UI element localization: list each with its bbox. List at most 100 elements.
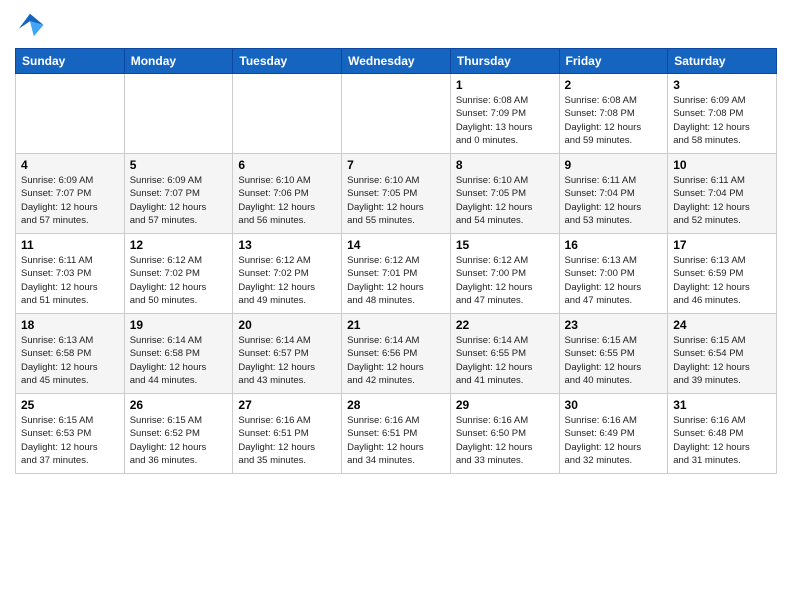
day-number: 15 — [456, 238, 554, 252]
calendar-cell: 16 Sunrise: 6:13 AM Sunset: 7:00 PM Dayli… — [559, 234, 668, 314]
day-info: Sunrise: 6:15 AM Sunset: 6:53 PM Dayligh… — [21, 414, 119, 467]
day-number: 18 — [21, 318, 119, 332]
day-info: Sunrise: 6:09 AM Sunset: 7:07 PM Dayligh… — [130, 174, 228, 227]
day-number: 20 — [238, 318, 336, 332]
day-number: 27 — [238, 398, 336, 412]
calendar-cell: 8 Sunrise: 6:10 AM Sunset: 7:05 PM Daylig… — [450, 154, 559, 234]
header-day: Thursday — [450, 49, 559, 74]
calendar-cell: 30Sunrise: 6:16 AM Sunset: 6:49 PM Dayli… — [559, 394, 668, 474]
day-number: 9 — [565, 158, 663, 172]
calendar-cell: 21 Sunrise: 6:14 AM Sunset: 6:56 PM Dayli… — [342, 314, 451, 394]
day-info: Sunrise: 6:08 AM Sunset: 7:09 PM Dayligh… — [456, 94, 554, 147]
calendar-body: 1 Sunrise: 6:08 AM Sunset: 7:09 PM Daylig… — [16, 74, 777, 474]
calendar-cell: 13 Sunrise: 6:12 AM Sunset: 7:02 PM Dayli… — [233, 234, 342, 314]
calendar-cell: 22 Sunrise: 6:14 AM Sunset: 6:55 PM Dayli… — [450, 314, 559, 394]
header-day: Monday — [124, 49, 233, 74]
day-info: Sunrise: 6:09 AM Sunset: 7:08 PM Dayligh… — [673, 94, 771, 147]
day-info: Sunrise: 6:14 AM Sunset: 6:56 PM Dayligh… — [347, 334, 445, 387]
day-info: Sunrise: 6:14 AM Sunset: 6:55 PM Dayligh… — [456, 334, 554, 387]
day-info: Sunrise: 6:15 AM Sunset: 6:54 PM Dayligh… — [673, 334, 771, 387]
day-info: Sunrise: 6:08 AM Sunset: 7:08 PM Dayligh… — [565, 94, 663, 147]
header-row: SundayMondayTuesdayWednesdayThursdayFrid… — [16, 49, 777, 74]
day-info: Sunrise: 6:15 AM Sunset: 6:52 PM Dayligh… — [130, 414, 228, 467]
day-info: Sunrise: 6:16 AM Sunset: 6:50 PM Dayligh… — [456, 414, 554, 467]
day-number: 4 — [21, 158, 119, 172]
page: SundayMondayTuesdayWednesdayThursdayFrid… — [0, 0, 792, 489]
day-number: 16 — [565, 238, 663, 252]
day-info: Sunrise: 6:13 AM Sunset: 6:58 PM Dayligh… — [21, 334, 119, 387]
header-day: Sunday — [16, 49, 125, 74]
day-number: 17 — [673, 238, 771, 252]
day-number: 24 — [673, 318, 771, 332]
day-info: Sunrise: 6:14 AM Sunset: 6:57 PM Dayligh… — [238, 334, 336, 387]
day-number: 6 — [238, 158, 336, 172]
day-number: 1 — [456, 78, 554, 92]
calendar-cell: 5 Sunrise: 6:09 AM Sunset: 7:07 PM Daylig… — [124, 154, 233, 234]
day-info: Sunrise: 6:09 AM Sunset: 7:07 PM Dayligh… — [21, 174, 119, 227]
calendar-cell: 20 Sunrise: 6:14 AM Sunset: 6:57 PM Dayli… — [233, 314, 342, 394]
calendar-week-row: 25 Sunrise: 6:15 AM Sunset: 6:53 PM Dayli… — [16, 394, 777, 474]
calendar-header: SundayMondayTuesdayWednesdayThursdayFrid… — [16, 49, 777, 74]
day-number: 14 — [347, 238, 445, 252]
day-info: Sunrise: 6:13 AM Sunset: 6:59 PM Dayligh… — [673, 254, 771, 307]
day-info: Sunrise: 6:11 AM Sunset: 7:04 PM Dayligh… — [565, 174, 663, 227]
day-info: Sunrise: 6:11 AM Sunset: 7:03 PM Dayligh… — [21, 254, 119, 307]
calendar-cell: 7Sunrise: 6:10 AM Sunset: 7:05 PM Daylig… — [342, 154, 451, 234]
calendar-cell: 14 Sunrise: 6:12 AM Sunset: 7:01 PM Dayli… — [342, 234, 451, 314]
day-number: 5 — [130, 158, 228, 172]
day-number: 10 — [673, 158, 771, 172]
day-info: Sunrise: 6:10 AM Sunset: 7:06 PM Dayligh… — [238, 174, 336, 227]
day-info: Sunrise: 6:10 AM Sunset: 7:05 PM Dayligh… — [456, 174, 554, 227]
day-number: 19 — [130, 318, 228, 332]
calendar-cell: 9 Sunrise: 6:11 AM Sunset: 7:04 PM Daylig… — [559, 154, 668, 234]
day-info: Sunrise: 6:11 AM Sunset: 7:04 PM Dayligh… — [673, 174, 771, 227]
day-number: 22 — [456, 318, 554, 332]
calendar-week-row: 1 Sunrise: 6:08 AM Sunset: 7:09 PM Daylig… — [16, 74, 777, 154]
calendar-cell: 17 Sunrise: 6:13 AM Sunset: 6:59 PM Dayli… — [668, 234, 777, 314]
calendar-cell: 6 Sunrise: 6:10 AM Sunset: 7:06 PM Daylig… — [233, 154, 342, 234]
day-info: Sunrise: 6:10 AM Sunset: 7:05 PM Dayligh… — [347, 174, 445, 227]
day-number: 2 — [565, 78, 663, 92]
calendar-cell: 24 Sunrise: 6:15 AM Sunset: 6:54 PM Dayli… — [668, 314, 777, 394]
calendar-cell — [342, 74, 451, 154]
day-info: Sunrise: 6:15 AM Sunset: 6:55 PM Dayligh… — [565, 334, 663, 387]
calendar-cell: 29 Sunrise: 6:16 AM Sunset: 6:50 PM Dayli… — [450, 394, 559, 474]
calendar-cell: 4 Sunrise: 6:09 AM Sunset: 7:07 PM Daylig… — [16, 154, 125, 234]
day-info: Sunrise: 6:12 AM Sunset: 7:01 PM Dayligh… — [347, 254, 445, 307]
day-number: 3 — [673, 78, 771, 92]
day-number: 28 — [347, 398, 445, 412]
header-day: Friday — [559, 49, 668, 74]
day-number: 8 — [456, 158, 554, 172]
day-number: 26 — [130, 398, 228, 412]
day-number: 23 — [565, 318, 663, 332]
calendar-cell — [233, 74, 342, 154]
calendar-cell: 28Sunrise: 6:16 AM Sunset: 6:51 PM Dayli… — [342, 394, 451, 474]
day-number: 21 — [347, 318, 445, 332]
calendar-cell — [16, 74, 125, 154]
day-number: 31 — [673, 398, 771, 412]
calendar-cell: 27 Sunrise: 6:16 AM Sunset: 6:51 PM Dayli… — [233, 394, 342, 474]
day-number: 30 — [565, 398, 663, 412]
day-number: 29 — [456, 398, 554, 412]
calendar-cell: 2 Sunrise: 6:08 AM Sunset: 7:08 PM Daylig… — [559, 74, 668, 154]
day-info: Sunrise: 6:13 AM Sunset: 7:00 PM Dayligh… — [565, 254, 663, 307]
day-info: Sunrise: 6:16 AM Sunset: 6:51 PM Dayligh… — [238, 414, 336, 467]
calendar-cell: 19Sunrise: 6:14 AM Sunset: 6:58 PM Dayli… — [124, 314, 233, 394]
header-day: Tuesday — [233, 49, 342, 74]
calendar-cell — [124, 74, 233, 154]
day-number: 11 — [21, 238, 119, 252]
calendar-cell: 25 Sunrise: 6:15 AM Sunset: 6:53 PM Dayli… — [16, 394, 125, 474]
calendar-cell: 12Sunrise: 6:12 AM Sunset: 7:02 PM Dayli… — [124, 234, 233, 314]
calendar-cell: 23 Sunrise: 6:15 AM Sunset: 6:55 PM Dayli… — [559, 314, 668, 394]
day-number: 13 — [238, 238, 336, 252]
calendar-cell: 26 Sunrise: 6:15 AM Sunset: 6:52 PM Dayli… — [124, 394, 233, 474]
logo — [15, 10, 49, 40]
calendar-table: SundayMondayTuesdayWednesdayThursdayFrid… — [15, 48, 777, 474]
calendar-cell: 18 Sunrise: 6:13 AM Sunset: 6:58 PM Dayli… — [16, 314, 125, 394]
logo-bird-icon — [15, 10, 45, 40]
calendar-week-row: 4 Sunrise: 6:09 AM Sunset: 7:07 PM Daylig… — [16, 154, 777, 234]
calendar-cell: 3 Sunrise: 6:09 AM Sunset: 7:08 PM Daylig… — [668, 74, 777, 154]
day-number: 25 — [21, 398, 119, 412]
day-info: Sunrise: 6:12 AM Sunset: 7:00 PM Dayligh… — [456, 254, 554, 307]
day-info: Sunrise: 6:12 AM Sunset: 7:02 PM Dayligh… — [238, 254, 336, 307]
